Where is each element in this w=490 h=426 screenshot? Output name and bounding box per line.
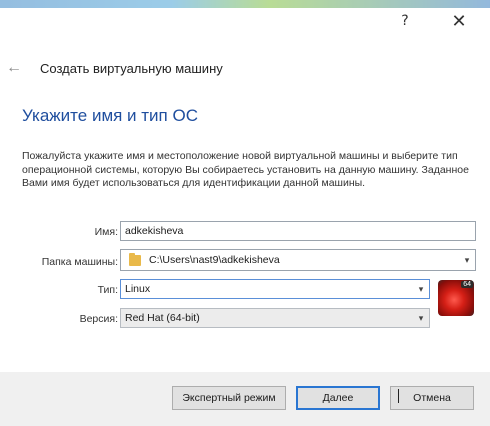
wizard-header: ← Создать виртуальную машину: [6, 58, 223, 78]
type-select[interactable]: Linux ▾: [120, 279, 430, 299]
page-heading: Укажите имя и тип ОС: [22, 106, 198, 125]
help-button[interactable]: ?: [391, 10, 419, 32]
chevron-down-icon[interactable]: ▾: [413, 280, 429, 298]
version-select[interactable]: Red Hat (64-bit) ▾: [120, 308, 430, 328]
folder-select-value: C:\Users\nast9\adkekisheva: [149, 254, 280, 266]
name-label: Имя:: [94, 226, 118, 238]
wizard-title: Создать виртуальную машину: [40, 60, 223, 76]
expert-mode-button[interactable]: Экспертный режим: [172, 386, 286, 410]
version-label: Версия:: [79, 313, 118, 325]
os-64bit-badge: 64: [461, 281, 473, 288]
folder-icon: [129, 252, 141, 266]
chevron-down-icon[interactable]: ▾: [459, 250, 475, 270]
back-arrow-icon[interactable]: ←: [6, 59, 26, 77]
name-input[interactable]: adkekisheva: [120, 221, 476, 241]
folder-label: Папка машины:: [41, 256, 118, 268]
window-top-strip: [0, 0, 490, 8]
type-select-value: Linux: [125, 283, 151, 295]
type-label: Тип:: [97, 284, 118, 296]
description-text: Пожалуйста укажите имя и местоположение …: [22, 150, 469, 189]
mouse-cursor-icon: [398, 389, 409, 403]
chevron-down-icon[interactable]: ▾: [413, 309, 429, 327]
close-button[interactable]: ✕: [445, 10, 473, 32]
version-select-value: Red Hat (64-bit): [125, 312, 200, 324]
redhat-os-icon: 64: [438, 280, 474, 316]
folder-select[interactable]: C:\Users\nast9\adkekisheva ▾: [120, 249, 476, 271]
next-button[interactable]: Далее: [296, 386, 380, 410]
name-input-value: adkekisheva: [125, 225, 184, 237]
